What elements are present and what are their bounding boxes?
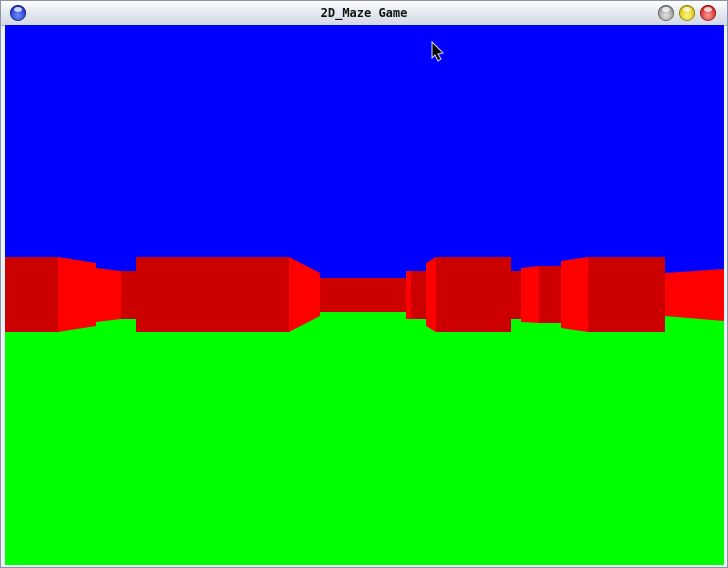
floor — [5, 306, 724, 565]
wall-right-front-1 — [411, 271, 426, 319]
wall-right-side-1 — [406, 271, 411, 319]
wall-right-side-5 — [665, 269, 724, 321]
wall-left-side-1 — [58, 257, 96, 332]
wall-right-side-4 — [561, 257, 588, 332]
window-title: 2D_Maze Game — [320, 6, 408, 20]
game-window: 2D_Maze Game — [0, 0, 728, 568]
wall-left-front-3 — [136, 257, 289, 332]
wall-right-front-4 — [539, 266, 561, 323]
maze-scene — [5, 25, 724, 565]
maximize-icon[interactable] — [679, 5, 695, 21]
wall-right-front-2 — [436, 257, 511, 332]
wall-far-front — [320, 278, 408, 312]
wall-right-front-5 — [588, 257, 665, 332]
minimize-icon[interactable] — [658, 5, 674, 21]
wall-left-side-2 — [96, 268, 121, 322]
wall-right-front-3 — [511, 271, 521, 319]
close-icon[interactable] — [700, 5, 716, 21]
wall-left-front-2 — [121, 271, 136, 319]
wall-right-side-2 — [426, 257, 436, 332]
wall-left-front-1 — [5, 257, 58, 332]
maze-viewport[interactable] — [5, 25, 724, 565]
title-bar[interactable]: 2D_Maze Game — [1, 1, 727, 26]
wall-right-side-3 — [521, 266, 539, 323]
